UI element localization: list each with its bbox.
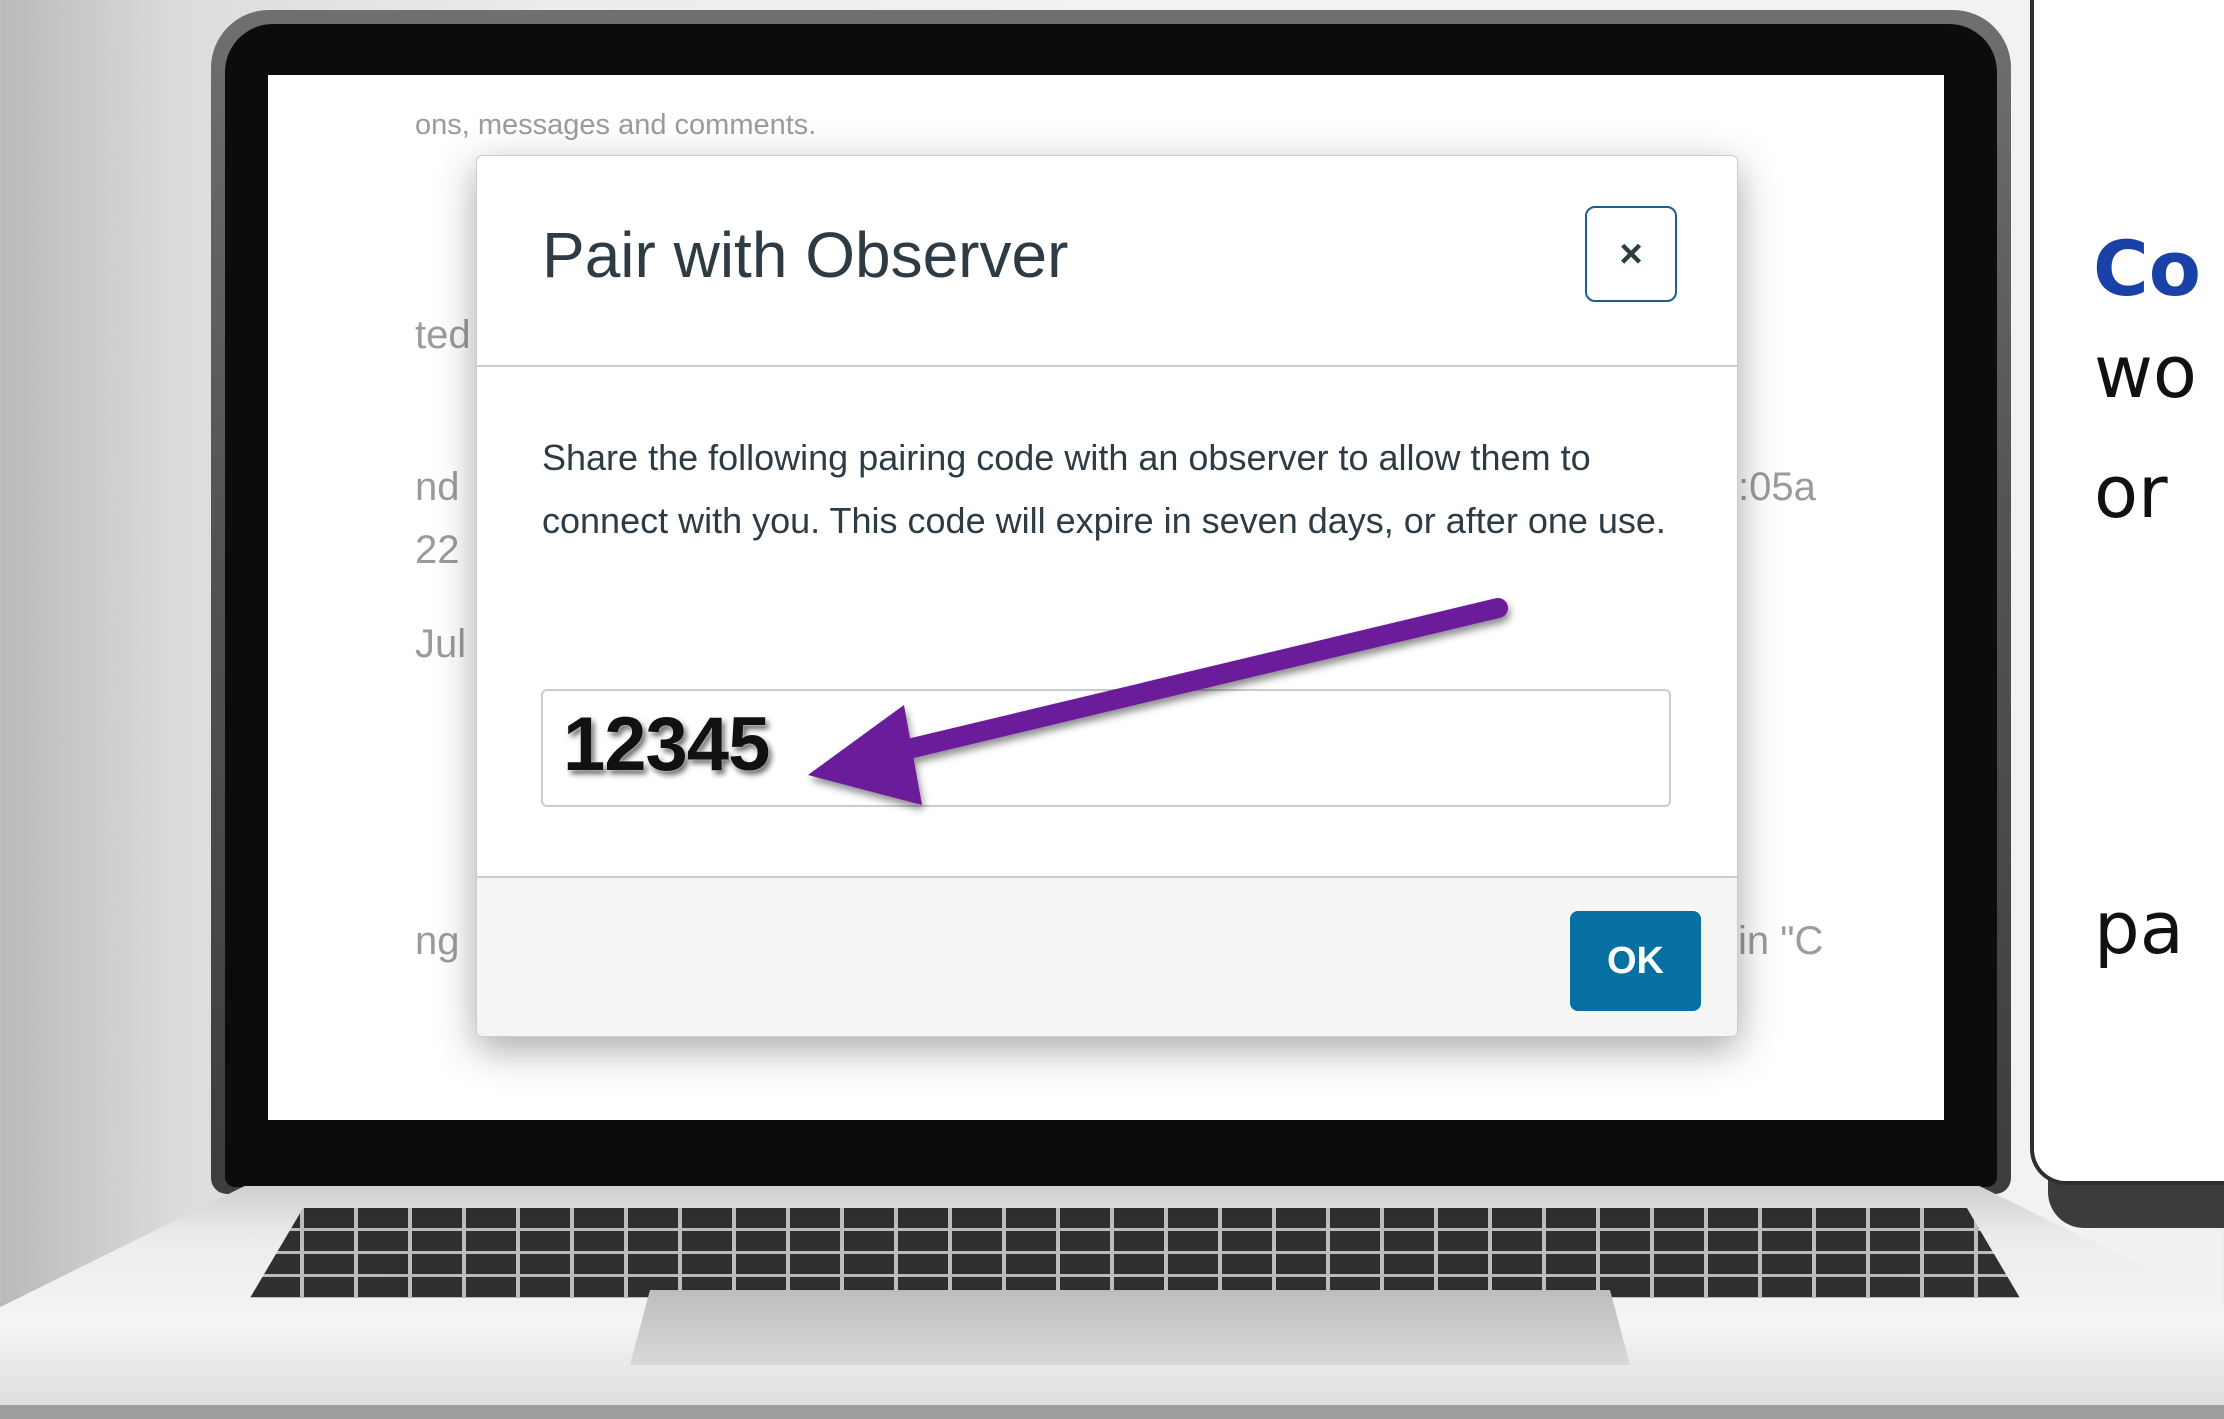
background-text: Jul — [415, 622, 467, 666]
dialog-header: Pair with Observer × — [477, 156, 1737, 367]
dialog-footer: OK — [477, 876, 1737, 1036]
background-text: ons, messages and comments. — [415, 109, 817, 141]
background-text: ng — [415, 919, 460, 963]
side-card-line-3: pa — [2094, 886, 2184, 970]
stage: Co wo or pa ons, messages and comments. … — [0, 0, 2224, 1419]
background-text: in "C — [1738, 919, 1824, 963]
pair-with-observer-dialog: Pair with Observer × Share the following… — [476, 155, 1738, 1037]
background-text: nd — [415, 465, 460, 509]
laptop-screen: ons, messages and comments. ted nd 22 Ju… — [268, 75, 1944, 1120]
ok-button[interactable]: OK — [1570, 911, 1701, 1011]
dialog-description: Share the following pairing code with an… — [542, 437, 1666, 541]
background-text: ted — [415, 313, 471, 357]
side-card-line-1: wo — [2094, 330, 2197, 414]
side-card: Co wo or pa — [2030, 0, 2224, 1185]
dialog-title: Pair with Observer — [542, 219, 1069, 291]
laptop-base-edge — [0, 1405, 2224, 1419]
pairing-code-field[interactable]: 12345 — [541, 689, 1671, 807]
laptop-trackpad — [630, 1290, 1630, 1365]
side-card-title: Co — [2093, 224, 2201, 313]
background-text: :05a — [1738, 465, 1816, 509]
side-card-line-2: or — [2094, 450, 2168, 534]
close-button[interactable]: × — [1585, 206, 1677, 302]
close-icon: × — [1619, 231, 1643, 276]
pairing-code-value: 12345 — [563, 702, 770, 787]
background-text: 22 — [415, 528, 460, 572]
laptop-keyboard — [250, 1208, 2020, 1298]
